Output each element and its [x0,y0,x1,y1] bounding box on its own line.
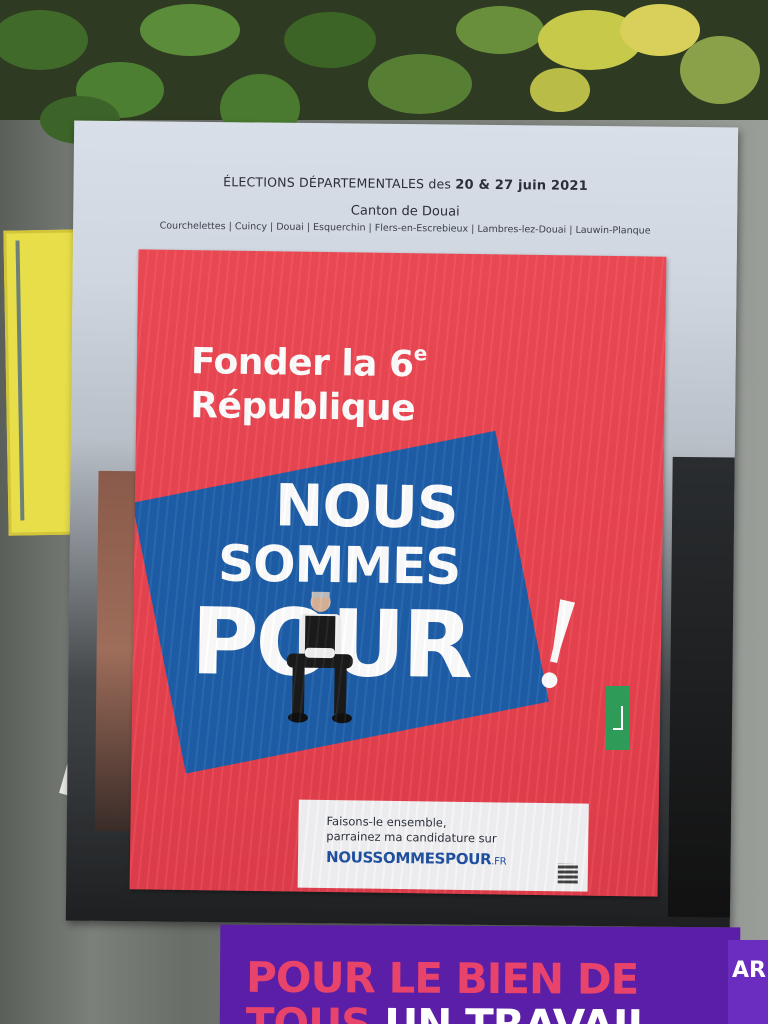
seated-candidate-figure [286,591,353,724]
headline-line1: NOUS [274,471,459,542]
green-tab [606,686,630,750]
election-dates: 20 & 27 juin 2021 [455,177,589,194]
purple-poster-line2-white: UN TRAVAIL [384,999,653,1024]
towns-list: Courchelettes | Cuincy | Douai | Esquerc… [159,220,651,237]
election-title: ÉLECTIONS DÉPARTEMENTALES des 20 & 27 ju… [73,173,737,196]
purple-poster-line2-pink: TOUS [245,998,371,1024]
photo-scene: ÉLECTIONS DÉPARTEMENTALES des 20 & 27 ju… [0,0,768,1024]
purple-poster-line1: POUR LE BIEN DE [245,952,639,1004]
slogan-line1: Fonder la 6 [190,341,414,386]
side-purple-text: AR [732,958,766,983]
cta-text: Faisons-le ensemble, parrainez ma candid… [326,814,497,846]
call-to-action-box: Faisons-le ensemble, parrainez ma candid… [297,799,589,892]
slogan-superscript: e [413,341,428,366]
side-purple-poster: AR [728,940,768,1024]
qr-code-icon [557,863,578,884]
election-header: ÉLECTIONS DÉPARTEMENTALES des 20 & 27 ju… [73,173,738,238]
election-prefix: ÉLECTIONS DÉPARTEMENTALES des [223,174,452,192]
campaign-poster: Fonder la 6e République NOUS SOMMES POUR… [129,249,667,897]
slogan-heading: Fonder la 6e République [190,328,427,431]
url-domain: NOUSSOMMESPOUR [325,848,492,869]
purple-poster-line2: TOUS UN TRAVAIL [246,999,654,1024]
photo-right-strip [667,456,735,918]
canton-name: Canton de Douai [350,203,460,220]
campaign-url: NOUSSOMMESPOUR.FR [326,848,507,869]
purple-bottom-poster: POUR LE BIEN DE TOUS UN TRAVAIL [219,924,741,1024]
url-tld: .FR [491,856,507,868]
slogan-line2: République [190,385,416,430]
cta-line2: parrainez ma candidature sur [326,829,497,846]
headline-line2: SOMMES [217,534,461,596]
